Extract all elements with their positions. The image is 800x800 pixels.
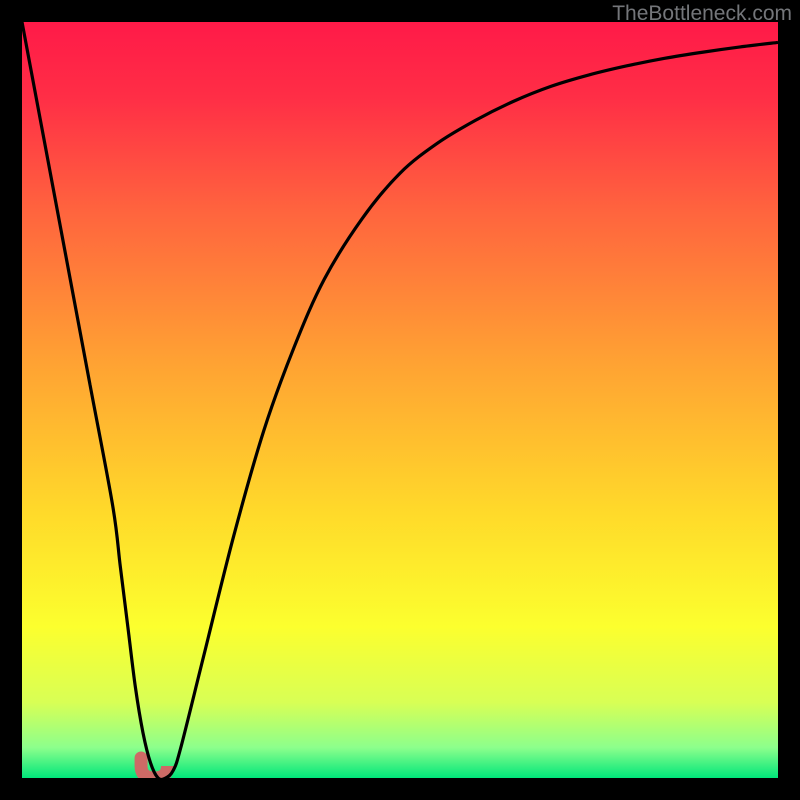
chart-frame: TheBottleneck.com [0,0,800,800]
watermark-text: TheBottleneck.com [612,2,792,26]
gradient-background [22,22,778,778]
chart-svg [22,22,778,778]
plot-area [22,22,778,778]
